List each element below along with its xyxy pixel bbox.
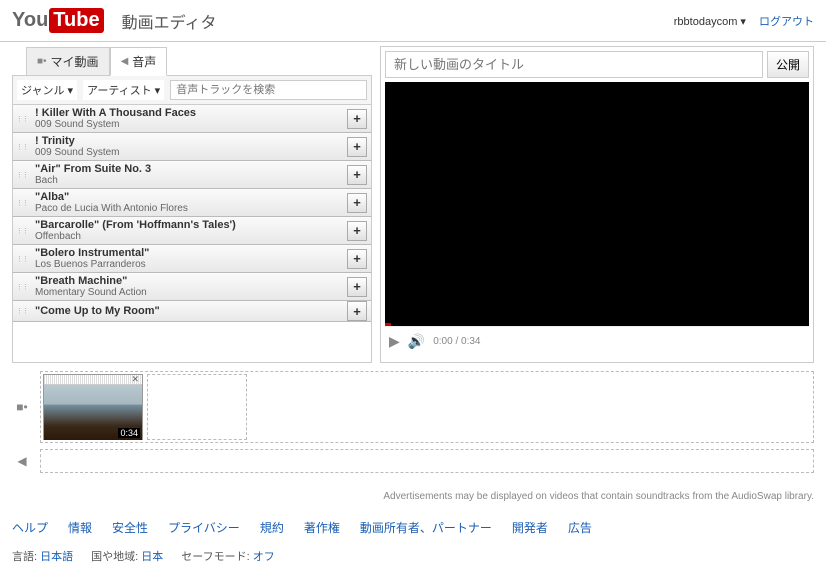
footer-link[interactable]: 著作権 [304,519,340,536]
clip-duration: 0:34 [118,428,140,438]
playback-time: 0:00 / 0:34 [433,336,480,347]
language-selector[interactable]: 日本語 [40,551,73,563]
video-icon: ■• [37,56,47,67]
track-row[interactable]: ⋮⋮"Bolero Instrumental"Los Buenos Parran… [13,245,371,273]
clip-drop-target[interactable] [147,374,247,440]
preview-panel: 公開 ▶ 🔊 0:00 / 0:34 [380,46,814,363]
drag-handle-icon[interactable]: ⋮⋮ [13,161,31,188]
volume-button[interactable]: 🔊 [408,333,425,350]
footer-links: ヘルプ 情報 安全性 プライバシー 規約 著作権 動画所有者、パートナー 開発者… [12,519,814,536]
video-track[interactable]: ✕ 0:34 [40,371,814,443]
publish-button[interactable]: 公開 [767,51,809,78]
add-track-button[interactable]: + [347,109,367,129]
footer-link[interactable]: 規約 [260,519,284,536]
footer-link[interactable]: ヘルプ [12,519,48,536]
page-title: 動画エディタ [122,9,217,33]
logout-link[interactable]: ログアウト [759,16,814,28]
track-row[interactable]: ⋮⋮! Killer With A Thousand Faces009 Soun… [13,105,371,133]
footer-link[interactable]: 動画所有者、パートナー [360,519,492,536]
username-menu[interactable]: rbbtodaycom ▾ [674,16,746,28]
audio-track-icon: ◀ [12,454,32,468]
timeline: ■• ✕ 0:34 ◀ [0,363,826,487]
tab-audio[interactable]: ◀ 音声 [110,47,168,76]
audioswap-disclosure: Advertisements may be displayed on video… [0,487,826,506]
speaker-icon: ◀ [121,56,129,67]
audio-track[interactable] [40,449,814,473]
add-track-button[interactable]: + [347,165,367,185]
chevron-down-icon: ▾ [67,84,73,97]
play-button[interactable]: ▶ [389,333,400,350]
region-selector[interactable]: 日本 [141,551,163,563]
footer-link[interactable]: 広告 [568,519,592,536]
drag-handle-icon[interactable]: ⋮⋮ [13,217,31,244]
track-row[interactable]: ⋮⋮"Barcarolle" (From 'Hoffmann's Tales')… [13,217,371,245]
drag-handle-icon[interactable]: ⋮⋮ [13,245,31,272]
safemode-selector[interactable]: オフ [253,551,275,563]
audio-search-input[interactable] [170,80,367,100]
track-row[interactable]: ⋮⋮! Trinity009 Sound System+ [13,133,371,161]
track-row[interactable]: ⋮⋮"Air" From Suite No. 3Bach+ [13,161,371,189]
footer-link[interactable]: 開発者 [512,519,548,536]
remove-clip-button[interactable]: ✕ [128,374,142,385]
add-track-button[interactable]: + [347,249,367,269]
header-user-area: rbbtodaycom ▾ ログアウト [674,13,814,29]
footer-link[interactable]: 情報 [68,519,92,536]
tab-my-videos[interactable]: ■• マイ動画 [26,47,110,76]
artist-dropdown[interactable]: アーティスト ▾ [83,80,164,100]
video-track-icon: ■• [12,400,32,414]
drag-handle-icon[interactable]: ⋮⋮ [13,133,31,160]
audio-track-list[interactable]: ⋮⋮! Killer With A Thousand Faces009 Soun… [12,105,372,363]
video-clip[interactable]: ✕ 0:34 [43,374,143,440]
track-row[interactable]: ⋮⋮"Alba"Paco de Lucia With Antonio Flore… [13,189,371,217]
add-track-button[interactable]: + [347,221,367,241]
drag-handle-icon[interactable]: ⋮⋮ [13,189,31,216]
video-title-input[interactable] [385,51,763,78]
video-preview[interactable] [385,82,809,326]
media-tabs: ■• マイ動画 ◀ 音声 [12,47,372,76]
add-track-button[interactable]: + [347,137,367,157]
drag-handle-icon[interactable]: ⋮⋮ [13,105,31,132]
add-track-button[interactable]: + [347,277,367,297]
track-row[interactable]: ⋮⋮"Breath Machine"Momentary Sound Action… [13,273,371,301]
footer: ヘルプ 情報 安全性 プライバシー 規約 著作権 動画所有者、パートナー 開発者… [0,506,826,576]
audio-filter-bar: ジャンル ▾ アーティスト ▾ [12,75,372,105]
youtube-logo[interactable]: You Tube [12,8,104,33]
media-panel: ■• マイ動画 ◀ 音声 ジャンル ▾ アーティスト ▾ ⋮⋮! Killer … [12,46,372,363]
player-controls: ▶ 🔊 0:00 / 0:34 [385,326,809,356]
footer-link[interactable]: 安全性 [112,519,148,536]
chevron-down-icon: ▾ [155,84,161,97]
drag-handle-icon[interactable]: ⋮⋮ [13,273,31,300]
logo-you: You [12,9,48,32]
genre-dropdown[interactable]: ジャンル ▾ [17,80,77,100]
footer-settings: 言語: 日本語 国や地域: 日本 セーフモード: オフ [12,548,814,564]
add-track-button[interactable]: + [347,193,367,213]
logo-tube: Tube [49,8,103,33]
drag-handle-icon[interactable]: ⋮⋮ [13,301,31,321]
track-row[interactable]: ⋮⋮"Come Up to My Room"+ [13,301,371,322]
clip-thumbnail: 0:34 [44,385,142,440]
add-track-button[interactable]: + [347,301,367,321]
header: You Tube 動画エディタ rbbtodaycom ▾ ログアウト [0,0,826,42]
footer-link[interactable]: プライバシー [168,519,240,536]
